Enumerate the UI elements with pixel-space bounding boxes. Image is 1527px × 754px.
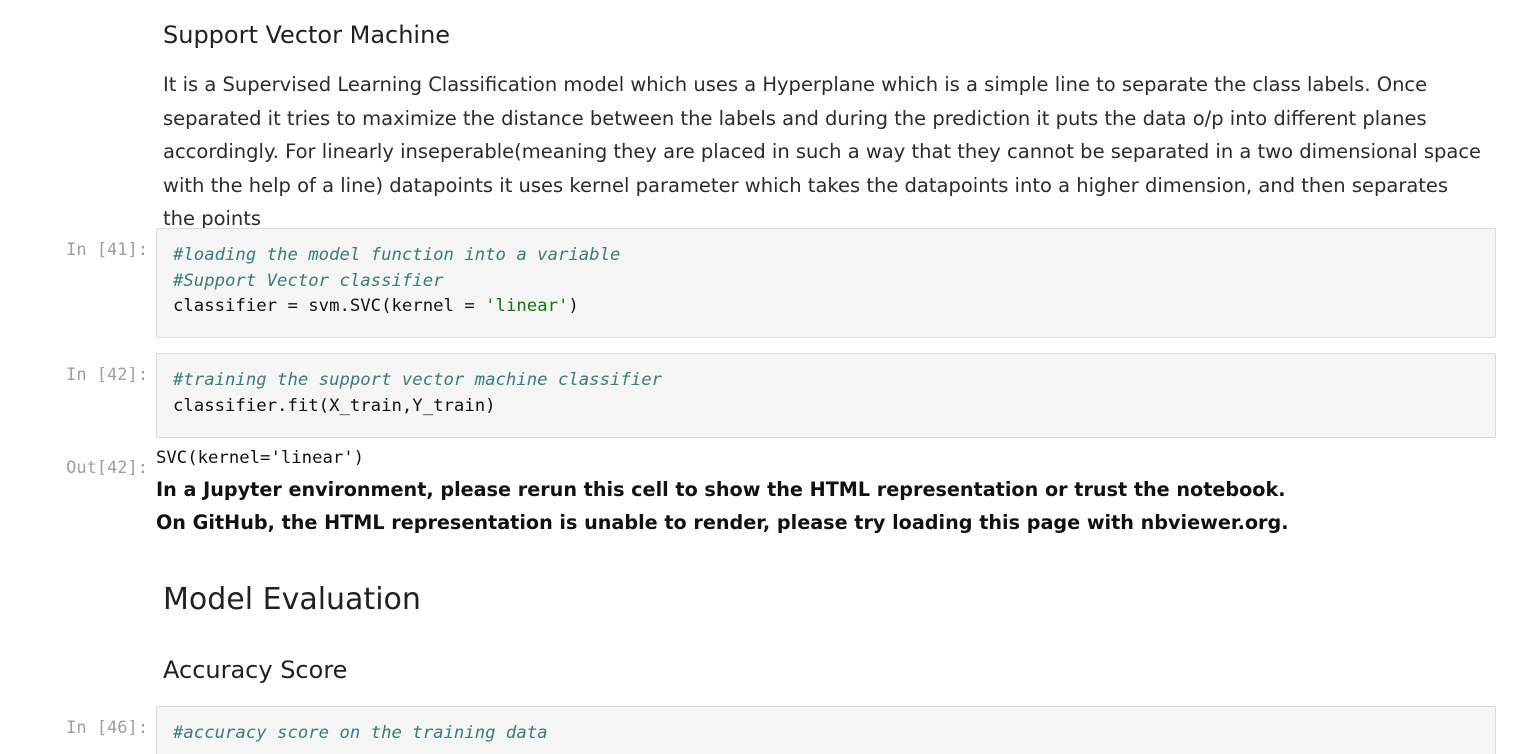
code-comment: #training the support vector machine cla… (173, 370, 662, 390)
code-cell-42[interactable]: #training the support vector machine cla… (156, 353, 1496, 438)
input-prompt-42: In [42]: (66, 365, 148, 385)
code-comment: #Support Vector classifier (173, 270, 444, 291)
section-heading-model-evaluation: Model Evaluation (163, 582, 421, 617)
code-comment: #loading the model function into a varia… (173, 245, 621, 265)
output-area-42: SVC(kernel='linear') In a Jupyter enviro… (156, 446, 1496, 539)
code-line: classifier.fit(X_train,Y_train) (173, 395, 496, 416)
section-heading-svm: Support Vector Machine (163, 21, 451, 49)
markdown-cell-accuracy-score[interactable]: Accuracy Score (163, 655, 1498, 685)
code-cell-46[interactable]: #accuracy score on the training data (156, 706, 1496, 754)
markdown-cell-svm[interactable]: Support Vector Machine (163, 20, 1498, 50)
code-line: classifier = svm.SVC(kernel = 'linear') (173, 294, 1479, 320)
html-repr-warning-jupyter: In a Jupyter environment, please rerun t… (156, 478, 1286, 501)
markdown-cell-model-evaluation[interactable]: Model Evaluation (163, 582, 1498, 618)
code-string: 'linear' (485, 296, 569, 316)
svm-description-text: It is a Supervised Learning Classificati… (163, 73, 1482, 231)
output-prompt-42: Out[42]: (66, 458, 148, 478)
html-repr-warning-github: On GitHub, the HTML representation is un… (156, 511, 1289, 534)
code-text: classifier = svm.SVC(kernel = (173, 296, 486, 316)
output-text: SVC(kernel='linear') (156, 448, 365, 468)
subsection-heading-accuracy-score: Accuracy Score (163, 656, 348, 684)
notebook: Support Vector Machine It is a Supervise… (0, 0, 1527, 754)
code-text: ) (568, 296, 579, 316)
code-comment: #accuracy score on the training data (173, 723, 548, 743)
code-cell-41[interactable]: #loading the model function into a varia… (156, 228, 1496, 338)
input-prompt-46: In [46]: (66, 718, 148, 738)
input-prompt-41: In [41]: (66, 240, 148, 260)
markdown-cell-svm-description[interactable]: It is a Supervised Learning Classificati… (163, 68, 1483, 236)
